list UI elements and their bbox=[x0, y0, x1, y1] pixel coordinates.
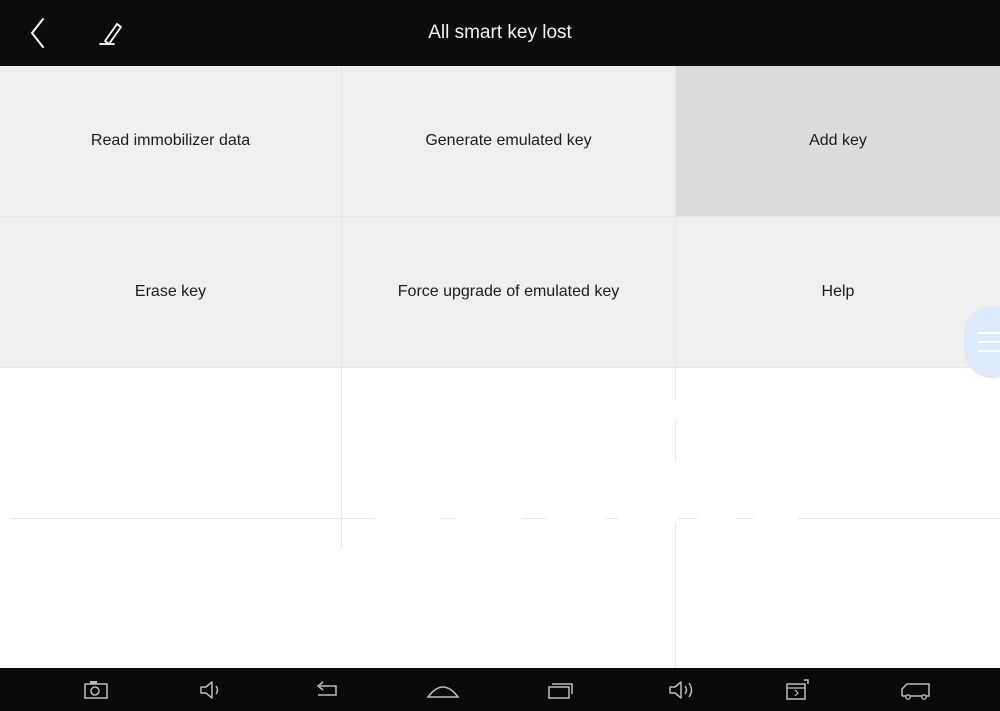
function-grid: Read immobilizer data Generate emulated … bbox=[0, 66, 1000, 668]
truck-icon bbox=[901, 683, 930, 700]
nav-home-button[interactable] bbox=[425, 672, 461, 708]
back-button[interactable] bbox=[18, 13, 58, 53]
chevron-left-icon bbox=[31, 18, 44, 48]
generate-emulated-key-button[interactable]: Generate emulated key bbox=[342, 66, 675, 216]
volume-down-button[interactable] bbox=[193, 672, 229, 708]
grid-divider bbox=[10, 518, 1000, 519]
menu-item-label: Read immobilizer data bbox=[90, 132, 251, 149]
menu-item-label: Force upgrade of emulated key bbox=[397, 283, 620, 300]
vci-connection-button[interactable] bbox=[780, 672, 816, 708]
home-icon bbox=[426, 686, 460, 698]
menu-item-label: Help bbox=[821, 283, 855, 300]
nav-back-button[interactable] bbox=[309, 672, 345, 708]
volume-down-icon bbox=[200, 681, 219, 699]
edit-button[interactable] bbox=[92, 13, 132, 53]
volume-up-button[interactable] bbox=[664, 672, 700, 708]
recent-apps-icon bbox=[548, 683, 573, 699]
help-button[interactable]: Help bbox=[676, 217, 1000, 367]
volume-up-icon bbox=[669, 681, 693, 699]
menu-line bbox=[978, 350, 1000, 352]
system-navigation-bar bbox=[0, 668, 1000, 711]
menu-item-label: Add key bbox=[809, 132, 867, 149]
grid-divider bbox=[0, 216, 1000, 217]
floating-menu-button[interactable] bbox=[964, 306, 1000, 378]
menu-line bbox=[978, 341, 1000, 343]
grid-divider bbox=[0, 367, 1000, 368]
vehicle-button[interactable] bbox=[898, 672, 934, 708]
vci-icon bbox=[786, 679, 809, 700]
pencil-icon bbox=[99, 23, 122, 45]
title-bar: All smart key lost bbox=[0, 0, 1000, 66]
force-upgrade-emulated-key-button[interactable]: Force upgrade of emulated key bbox=[342, 217, 675, 367]
read-immobilizer-data-button[interactable]: Read immobilizer data bbox=[0, 66, 341, 216]
screenshot-icon bbox=[84, 681, 108, 699]
menu-item-label: Erase key bbox=[134, 283, 207, 300]
menu-item-label: Generate emulated key bbox=[425, 132, 592, 149]
back-icon bbox=[316, 681, 337, 696]
page-title: All smart key lost bbox=[428, 22, 572, 43]
menu-line bbox=[978, 332, 1000, 334]
nav-recent-apps-button[interactable] bbox=[542, 672, 578, 708]
add-key-button[interactable]: Add key bbox=[676, 66, 1000, 216]
screenshot-button[interactable] bbox=[78, 672, 114, 708]
erase-key-button[interactable]: Erase key bbox=[0, 217, 341, 367]
